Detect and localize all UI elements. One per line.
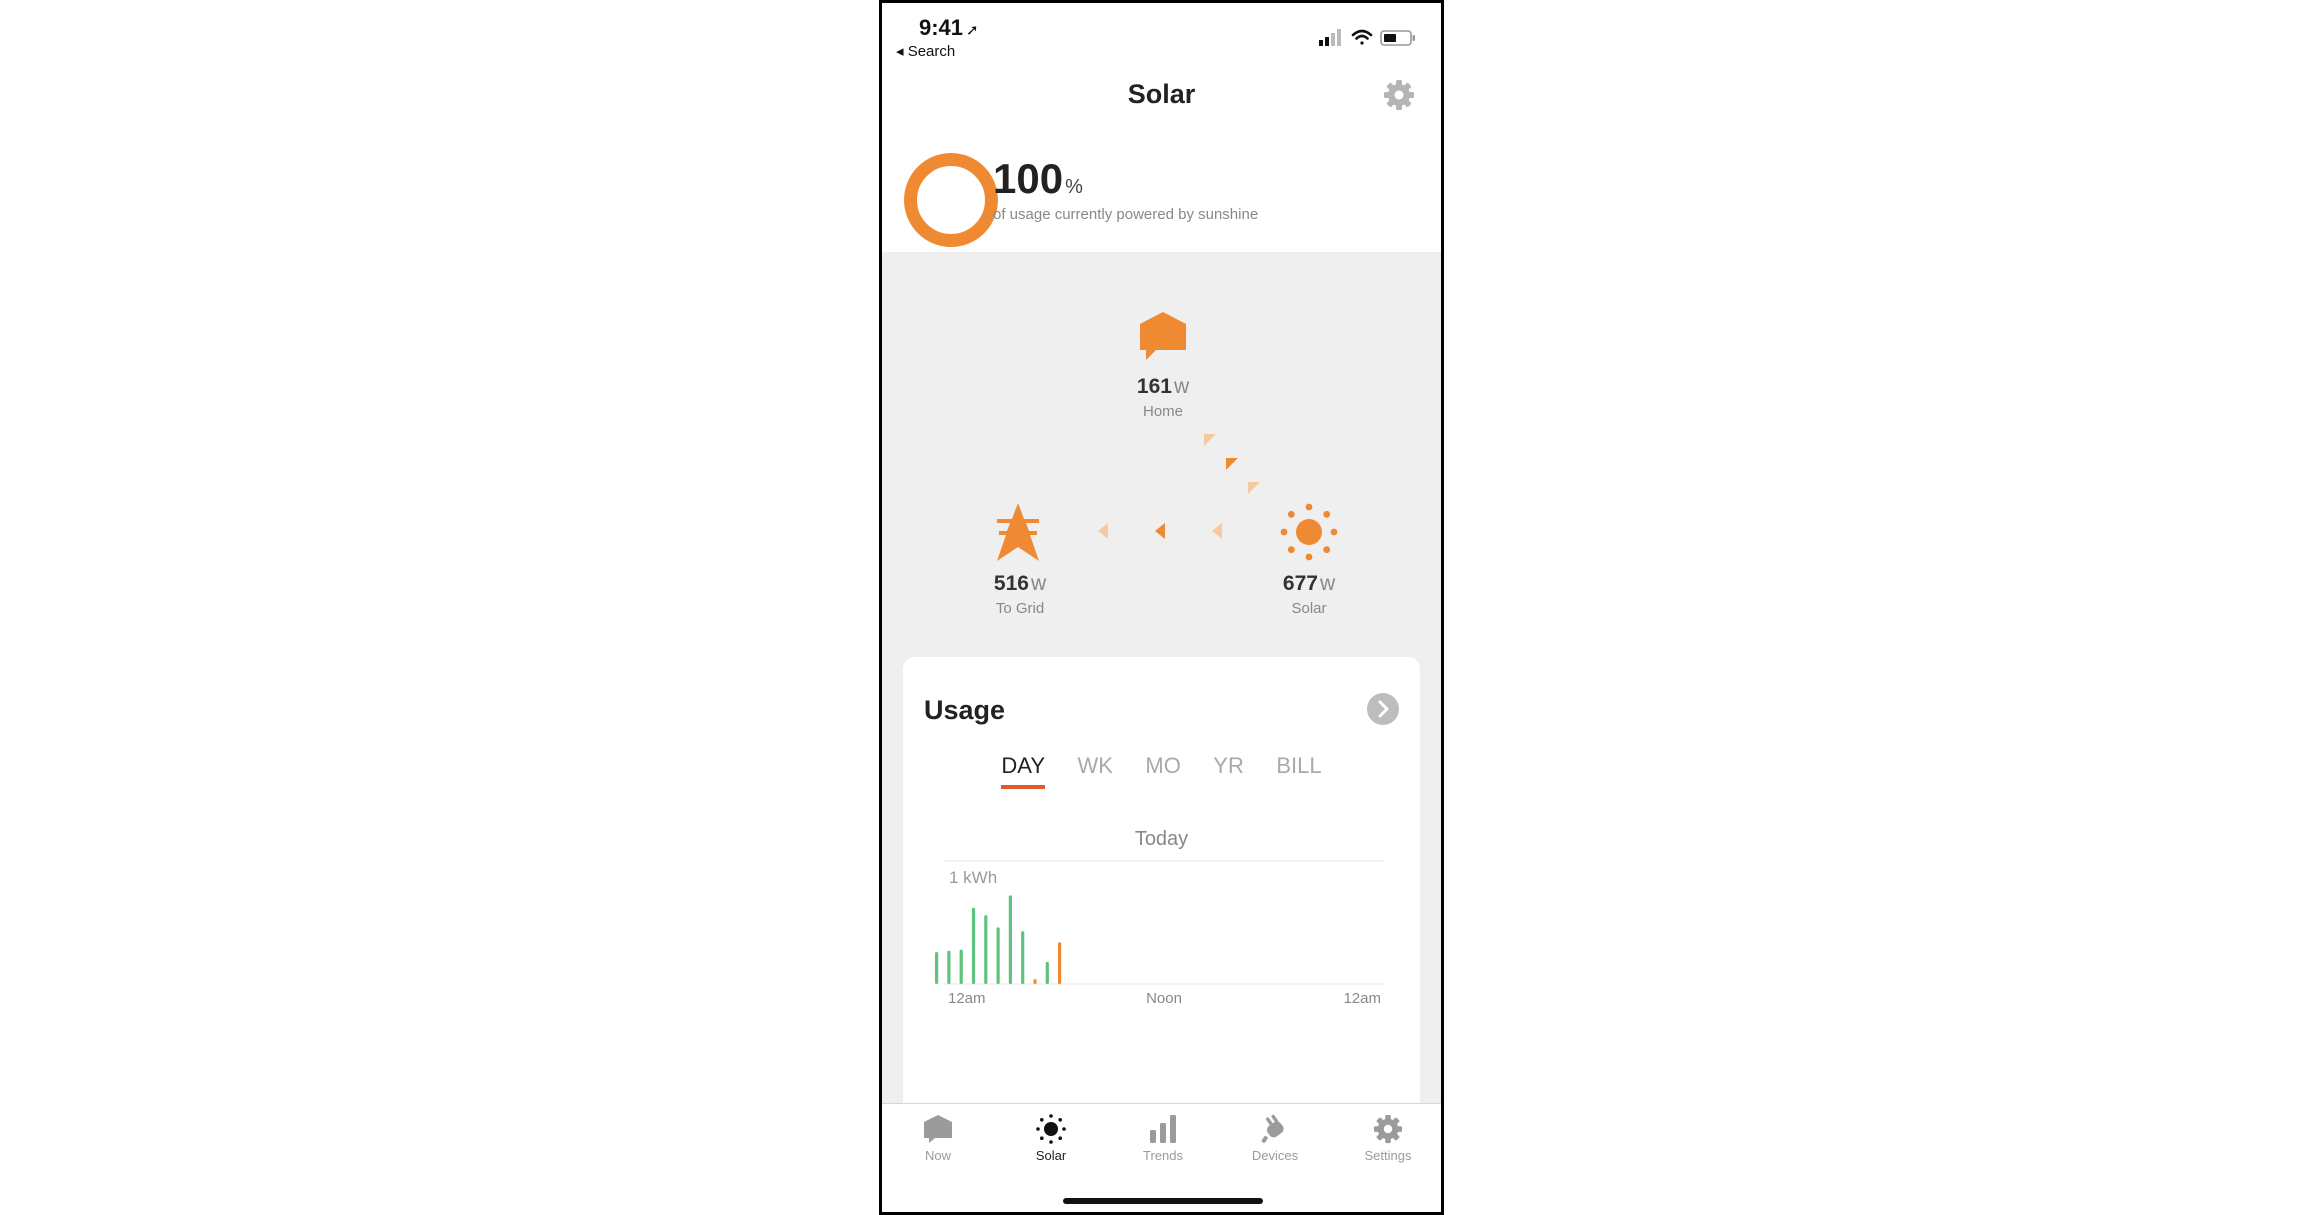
x-tick-label: 12am (948, 990, 986, 1007)
chart-y-label: 1 kWh (949, 868, 997, 887)
usage-bar (959, 949, 963, 984)
usage-bar-chart: 1 kWh 12am Noon 12am (935, 860, 1385, 1007)
usage-bar (996, 927, 1000, 984)
plug-icon (1261, 1114, 1284, 1143)
tab-week[interactable]: WK (1077, 753, 1112, 785)
usage-bar (984, 915, 988, 984)
nav-bar: Solar (882, 63, 1441, 127)
sun-icon (1280, 503, 1338, 561)
usage-bar (1008, 895, 1012, 984)
tabbar-item-trends[interactable]: Trends (1113, 1114, 1213, 1163)
location-arrow-icon: ➚ (966, 22, 979, 39)
solar-production: 677w Solar (1282, 572, 1336, 617)
period-label: Today (1134, 828, 1189, 850)
house-icon (1140, 312, 1186, 360)
usage-title: Usage (924, 695, 1006, 725)
status-bar: 9:41 ➚ ◂ Search (882, 3, 1441, 63)
flow-arrow-icon (1098, 523, 1108, 539)
solar-share-ring (904, 153, 998, 247)
flow-arrow-icon (1155, 523, 1165, 539)
gear-icon (1373, 1114, 1403, 1144)
tab-bill[interactable]: BILL (1276, 753, 1321, 785)
usage-bar (947, 950, 951, 984)
status-time: 9:41 ➚ (919, 15, 979, 40)
status-icons (1319, 29, 1415, 46)
x-tick-label: Noon (1146, 990, 1182, 1007)
tab-month[interactable]: MO (1145, 753, 1180, 785)
flow-arrow-icon (1204, 434, 1216, 446)
usage-bar (1033, 979, 1037, 984)
bar-chart-icon (1150, 1115, 1176, 1143)
period-tabs: DAY WK MO YR BILL (903, 753, 1420, 789)
usage-bar (935, 952, 939, 984)
back-to-search-link[interactable]: ◂ Search (896, 42, 955, 60)
solar-share-percent: 100% (993, 155, 1083, 202)
tab-bar: Now Solar Trends Devices Settings (882, 1103, 1441, 1212)
usage-bar (1058, 942, 1062, 984)
grid-export: 516w To Grid (993, 572, 1047, 617)
chart-bars (935, 895, 1062, 984)
solar-share-summary: 100% of usage currently powered by sunsh… (882, 125, 1441, 252)
chevron-right-icon (1378, 700, 1389, 718)
sun-icon (1036, 1114, 1066, 1144)
phone-frame: 9:41 ➚ ◂ Search Solar 100 % of usage cur… (879, 0, 1444, 1215)
flow-arrow-icon (1248, 482, 1260, 494)
x-tick-label: 12am (1343, 990, 1381, 1007)
usage-bar (1021, 931, 1025, 984)
home-indicator (1063, 1198, 1263, 1204)
usage-details-button[interactable] (1367, 693, 1399, 725)
tabbar-item-solar[interactable]: Solar (1001, 1114, 1101, 1163)
battery-icon (1380, 30, 1415, 46)
flow-arrow-icon (1226, 458, 1238, 470)
tabbar-item-settings[interactable]: Settings (1338, 1114, 1438, 1163)
wifi-icon (1351, 29, 1373, 45)
usage-bar (971, 907, 976, 984)
settings-gear-icon[interactable] (1383, 79, 1415, 111)
tab-day[interactable]: DAY (1001, 753, 1046, 789)
energy-flow-panel: 161w Home 516w To Grid 677w Solar Usage … (882, 252, 1441, 1212)
flow-arrow-icon (1212, 523, 1222, 539)
signal-icon (1319, 29, 1341, 46)
solar-share-subtitle: of usage currently powered by sunshine (993, 206, 1259, 223)
page-title: Solar (1127, 79, 1196, 109)
tab-year[interactable]: YR (1213, 753, 1244, 785)
tabbar-item-devices[interactable]: Devices (1225, 1114, 1325, 1163)
usage-bar (1045, 961, 1049, 984)
home-consumption: 161w Home (1136, 375, 1190, 420)
house-icon (924, 1115, 952, 1143)
tabbar-item-now[interactable]: Now (888, 1114, 988, 1163)
power-tower-icon (997, 503, 1039, 561)
